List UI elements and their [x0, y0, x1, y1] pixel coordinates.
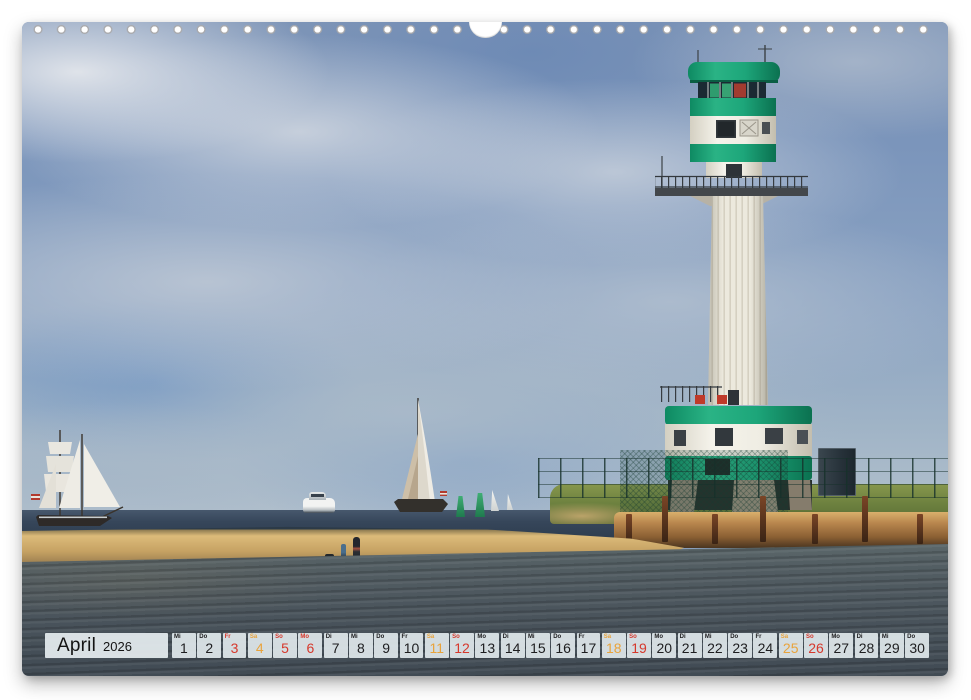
day-number: 24 [753, 641, 777, 656]
pier-wall [614, 512, 948, 548]
day-number: 8 [349, 641, 373, 656]
calendar-day-cell: Do 30 [905, 633, 929, 658]
day-number: 6 [298, 641, 322, 656]
calendar-day-cell: Mi 29 [880, 633, 904, 658]
calendar-day-cell: Mi 8 [349, 633, 373, 658]
day-number: 19 [627, 641, 651, 656]
calendar-day-cell: So 5 [273, 633, 297, 658]
tall-ship [30, 420, 130, 530]
day-number: 1 [172, 641, 196, 656]
day-number: 13 [475, 641, 499, 656]
calendar-day-cell: Do 2 [197, 633, 221, 658]
person [353, 537, 360, 558]
pier-post [862, 496, 868, 542]
pier-post [917, 514, 923, 544]
calendar-day-cell: Sa 18 [602, 633, 626, 658]
day-number: 22 [703, 641, 727, 656]
day-number: 2 [197, 641, 221, 656]
pier-post [662, 496, 668, 542]
day-number: 7 [324, 641, 348, 656]
calendar-day-cell: Mo 13 [475, 633, 499, 658]
motorboat [303, 498, 335, 513]
weekday-abbr: Fr [225, 634, 231, 640]
sailboat [390, 394, 452, 524]
month-label-box: April 2026 [45, 633, 168, 658]
day-number: 23 [728, 641, 752, 656]
calendar-day-cell: Mo 27 [829, 633, 853, 658]
day-number: 3 [223, 641, 247, 656]
day-number: 18 [602, 641, 626, 656]
calendar-day-cell: Di 14 [501, 633, 525, 658]
year-label: 2026 [103, 639, 132, 654]
day-number: 30 [905, 641, 929, 656]
calendar-day-cell: So 12 [450, 633, 474, 658]
calendar-day-cell: Do 16 [551, 633, 575, 658]
calendar-day-cell: So 19 [627, 633, 651, 658]
weekday-abbr: Di [326, 634, 332, 640]
calendar-day-cell: Mo 6 [298, 633, 322, 658]
calendar-day-cell: Sa 4 [248, 633, 272, 658]
day-number: 20 [652, 641, 676, 656]
calendar-day-cell: Sa 25 [779, 633, 803, 658]
day-number: 14 [501, 641, 525, 656]
perimeter-fence [538, 458, 948, 498]
day-number: 5 [273, 641, 297, 656]
calendar-day-cell: Di 21 [678, 633, 702, 658]
calendar-day-cell: Fr 17 [577, 633, 601, 658]
day-number: 12 [450, 641, 474, 656]
day-number: 27 [829, 641, 853, 656]
calendar-day-cell: Mo 20 [652, 633, 676, 658]
lighthouse [630, 40, 840, 515]
calendar-sheet: April 2026 Mi 1 Do 2 Fr 3 Sa 4 So 5 Mo 6 [22, 22, 948, 676]
day-number: 10 [400, 641, 424, 656]
calendar-day-cell: Mi 15 [526, 633, 550, 658]
day-number: 17 [577, 641, 601, 656]
day-number: 21 [678, 641, 702, 656]
day-number: 25 [779, 641, 803, 656]
calendar-day-cell: So 26 [804, 633, 828, 658]
calendar-day-cell: Do 23 [728, 633, 752, 658]
calendar-day-cell: Mi 1 [172, 633, 196, 658]
pier-post [812, 514, 818, 544]
calendar-day-strip: Mi 1 Do 2 Fr 3 Sa 4 So 5 Mo 6 Di 7 Mi [172, 633, 929, 658]
pier-post [712, 514, 718, 544]
calendar-day-cell: Fr 10 [400, 633, 424, 658]
calendar-day-cell: Di 7 [324, 633, 348, 658]
day-number: 26 [804, 641, 828, 656]
calendar-day-cell: Fr 24 [753, 633, 777, 658]
month-label: April [57, 633, 96, 658]
day-number: 28 [855, 641, 879, 656]
day-number: 9 [374, 641, 398, 656]
calendar-day-cell: Mi 22 [703, 633, 727, 658]
calendar-day-cell: Fr 3 [223, 633, 247, 658]
pier-post [760, 496, 766, 542]
calendar-day-cell: Di 28 [855, 633, 879, 658]
calendar-day-cell: Sa 11 [425, 633, 449, 658]
day-number: 11 [425, 641, 449, 656]
calendar-day-cell: Do 9 [374, 633, 398, 658]
day-number: 15 [526, 641, 550, 656]
day-number: 29 [880, 641, 904, 656]
day-number: 16 [551, 641, 575, 656]
day-number: 4 [248, 641, 272, 656]
